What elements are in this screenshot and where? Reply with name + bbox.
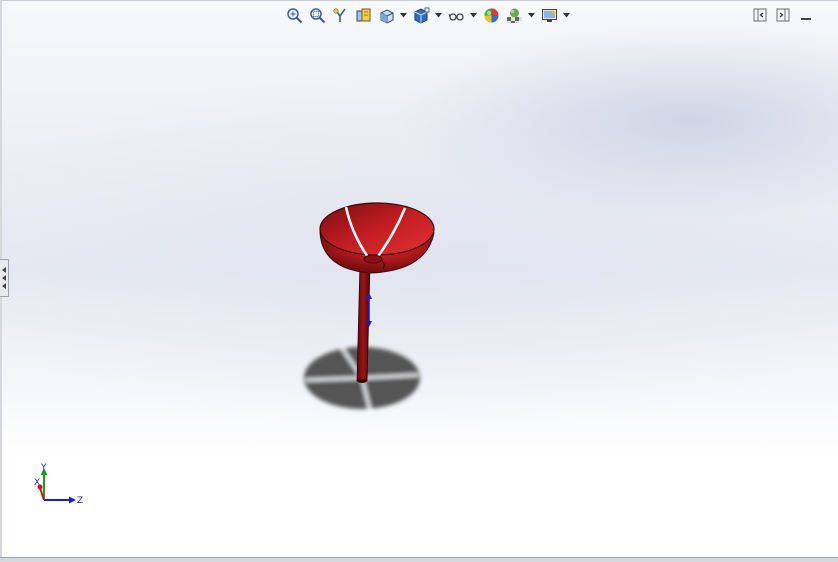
- minimize-icon: [801, 18, 811, 20]
- chevron-down-icon: [434, 12, 442, 17]
- apply-scene-dropdown[interactable]: [527, 5, 535, 25]
- hide-show-items-icon: [447, 12, 464, 21]
- chevron-left-icon: [2, 275, 6, 281]
- document-window-controls: [752, 6, 821, 24]
- split-left-icon: [753, 8, 767, 22]
- chevron-down-icon: [399, 12, 407, 17]
- split-left-button[interactable]: [752, 7, 768, 23]
- hide-show-items-button[interactable]: [446, 5, 466, 25]
- zoom-to-area-icon: [309, 7, 325, 23]
- minimize-button[interactable]: [798, 7, 814, 23]
- zoom-to-fit-icon: [286, 7, 302, 23]
- section-view-button[interactable]: [353, 5, 373, 25]
- chevron-left-icon: [2, 283, 6, 289]
- triad-x-label: X: [34, 478, 40, 488]
- stem-tip: [357, 379, 367, 383]
- bowl-hub: [363, 254, 383, 264]
- previous-view-button[interactable]: [330, 5, 350, 25]
- zoom-to-area-button[interactable]: [307, 5, 327, 25]
- hide-show-items-dropdown[interactable]: [469, 5, 477, 25]
- split-right-button[interactable]: [775, 7, 791, 23]
- chevron-down-icon: [469, 12, 477, 17]
- zoom-to-fit-button[interactable]: [284, 5, 304, 25]
- chevron-left-icon: [2, 267, 6, 273]
- view-settings-button[interactable]: [539, 5, 559, 25]
- chevron-down-icon: [562, 12, 570, 17]
- display-style-dropdown[interactable]: [434, 5, 442, 25]
- apply-scene-button[interactable]: [504, 5, 524, 25]
- heads-up-view-toolbar: [284, 4, 574, 26]
- previous-view-icon: [332, 7, 346, 22]
- triad-z-label: Z: [77, 496, 83, 506]
- view-settings-icon: [541, 8, 557, 22]
- chevron-down-icon: [527, 12, 535, 17]
- triad-z-arrow: [69, 496, 76, 504]
- edit-appearance-button[interactable]: [481, 5, 501, 25]
- view-orientation-button[interactable]: [376, 5, 396, 25]
- split-right-icon: [776, 8, 790, 22]
- viewport-bottom-border: [0, 557, 838, 562]
- display-style-button[interactable]: [411, 5, 431, 25]
- view-settings-dropdown[interactable]: [562, 5, 570, 25]
- reference-triad: Y X Z: [34, 463, 83, 506]
- edit-appearance-icon: [484, 8, 498, 22]
- view-orientation-dropdown[interactable]: [399, 5, 407, 25]
- 3d-model-funnel[interactable]: [290, 195, 450, 420]
- triad-y-label: Y: [40, 463, 47, 473]
- section-view-icon: [356, 8, 370, 21]
- bowl-interior: [319, 202, 435, 256]
- display-style-icon: [414, 7, 429, 24]
- feature-manager-collapse-tab[interactable]: [0, 259, 9, 297]
- apply-scene-icon: [506, 8, 522, 23]
- view-orientation-icon: [380, 8, 393, 24]
